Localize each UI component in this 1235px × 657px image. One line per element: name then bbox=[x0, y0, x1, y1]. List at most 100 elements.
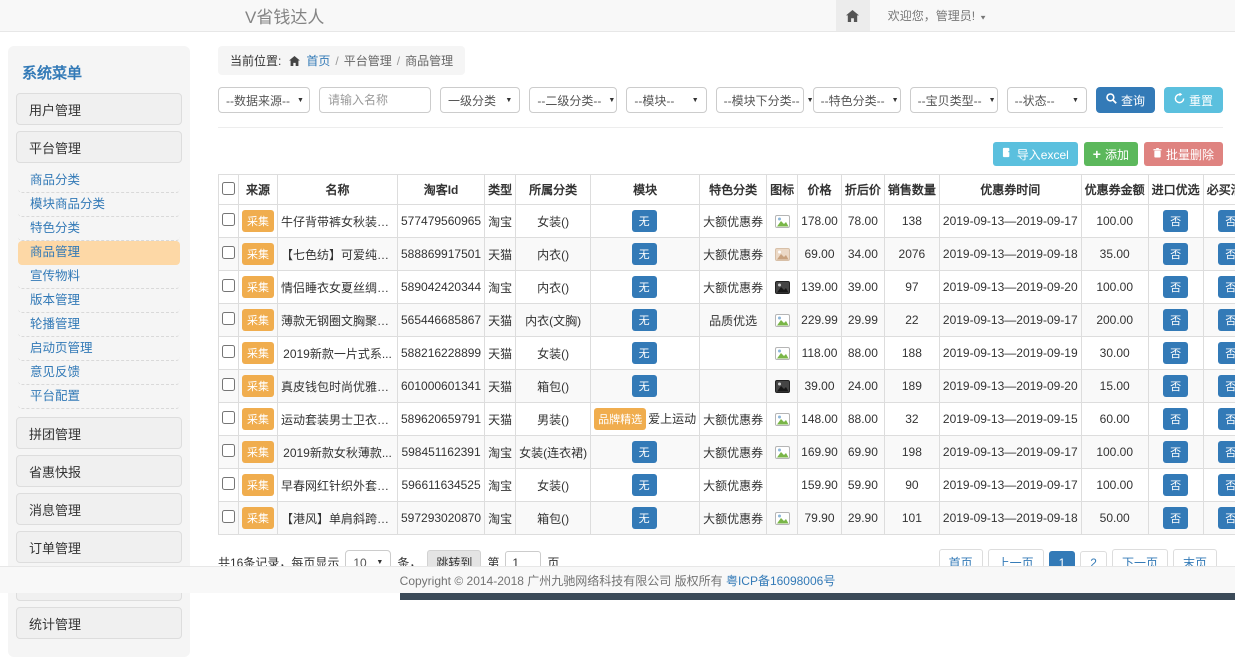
breadcrumb-section: 平台管理 bbox=[344, 52, 392, 69]
sidebar-item[interactable]: 平台配置 bbox=[18, 385, 180, 409]
sidebar-item[interactable]: 商品管理 bbox=[18, 241, 180, 265]
column-header: 模块 bbox=[591, 175, 700, 205]
sidebar-section[interactable]: 拼团管理 bbox=[16, 417, 182, 449]
row-checkbox[interactable] bbox=[222, 312, 235, 325]
row-checkbox[interactable] bbox=[222, 411, 235, 424]
row-checkbox[interactable] bbox=[222, 444, 235, 457]
sidebar-section[interactable]: 省惠快报 bbox=[16, 455, 182, 487]
taoke-id: 601000601341 bbox=[398, 370, 485, 403]
user-menu[interactable]: 欢迎您，管理员!▼ bbox=[888, 7, 987, 24]
icp-link[interactable]: 粤ICP备16098006号 bbox=[726, 572, 835, 589]
import-select-toggle[interactable]: 否 bbox=[1163, 342, 1188, 364]
sidebar-item[interactable]: 启动页管理 bbox=[18, 337, 180, 361]
import-select-toggle[interactable]: 否 bbox=[1163, 441, 1188, 463]
product-category: 女装() bbox=[516, 205, 591, 238]
reset-button[interactable]: 重置 bbox=[1164, 87, 1223, 113]
taoke-id: 577479560965 bbox=[398, 205, 485, 238]
welcome-text: 欢迎您，管理员! bbox=[888, 9, 975, 23]
row-checkbox[interactable] bbox=[222, 378, 235, 391]
select-all-header bbox=[219, 175, 239, 205]
sidebar-section[interactable]: 统计管理 bbox=[16, 607, 182, 639]
module-badge: 无 bbox=[632, 507, 657, 529]
add-button[interactable]: + 添加 bbox=[1084, 142, 1138, 166]
filter-select[interactable]: --特色分类--▼ bbox=[813, 87, 901, 113]
filter-select[interactable]: --二级分类--▼ bbox=[529, 87, 617, 113]
sales-count: 90 bbox=[884, 469, 939, 502]
import-select-toggle[interactable]: 否 bbox=[1163, 210, 1188, 232]
column-header: 价格 bbox=[798, 175, 842, 205]
select-all-checkbox[interactable] bbox=[222, 182, 235, 195]
name-search-input[interactable] bbox=[319, 87, 431, 113]
coupon-time: 2019-09-13—2019-09-19 bbox=[939, 337, 1081, 370]
sidebar-item[interactable]: 意见反馈 bbox=[18, 361, 180, 385]
must-buy-toggle[interactable]: 否 bbox=[1218, 507, 1235, 529]
filter-select[interactable]: 一级分类▼ bbox=[440, 87, 520, 113]
product-name: 薄款无钢圈文胸聚拢性... bbox=[278, 304, 398, 337]
import-select-toggle[interactable]: 否 bbox=[1163, 243, 1188, 265]
must-buy-toggle[interactable]: 否 bbox=[1218, 375, 1235, 397]
must-buy-toggle[interactable]: 否 bbox=[1218, 309, 1235, 331]
must-buy-toggle[interactable]: 否 bbox=[1218, 276, 1235, 298]
filter-select[interactable]: --模块--▼ bbox=[626, 87, 706, 113]
sidebar-item[interactable]: 版本管理 bbox=[18, 289, 180, 313]
sidebar-item[interactable]: 轮播管理 bbox=[18, 313, 180, 337]
sidebar-item[interactable]: 宣传物料 bbox=[18, 265, 180, 289]
sidebar-section[interactable]: 消息管理 bbox=[16, 493, 182, 525]
row-checkbox[interactable] bbox=[222, 279, 235, 292]
coupon-time: 2019-09-13—2019-09-17 bbox=[939, 436, 1081, 469]
import-select-toggle[interactable]: 否 bbox=[1163, 309, 1188, 331]
discount-price: 29.90 bbox=[841, 502, 884, 535]
filter-select[interactable]: --模块下分类--▼ bbox=[716, 87, 804, 113]
must-buy-toggle[interactable]: 否 bbox=[1218, 474, 1235, 496]
import-select-toggle[interactable]: 否 bbox=[1163, 375, 1188, 397]
must-buy-toggle[interactable]: 否 bbox=[1218, 408, 1235, 430]
row-checkbox[interactable] bbox=[222, 246, 235, 259]
must-buy-toggle[interactable]: 否 bbox=[1218, 210, 1235, 232]
filter-select-data-source[interactable]: --数据来源--▼ bbox=[218, 87, 310, 113]
product-name: 情侣睡衣女夏丝绸男士... bbox=[278, 271, 398, 304]
product-name: 2019新款一片式系... bbox=[278, 337, 398, 370]
breadcrumb-page: 商品管理 bbox=[405, 52, 453, 69]
must-buy-toggle[interactable]: 否 bbox=[1218, 441, 1235, 463]
product-name: 真皮钱包时尚优雅女士... bbox=[278, 370, 398, 403]
row-checkbox[interactable] bbox=[222, 345, 235, 358]
search-button[interactable]: 查询 bbox=[1096, 87, 1155, 113]
module-badge: 无 bbox=[632, 474, 657, 496]
row-checkbox[interactable] bbox=[222, 477, 235, 490]
product-image-icon bbox=[775, 511, 790, 525]
import-select-toggle[interactable]: 否 bbox=[1163, 507, 1188, 529]
must-buy-toggle[interactable]: 否 bbox=[1218, 342, 1235, 364]
table-row: 采集 牛仔背带裤女秋装减龄... 577479560965 淘宝 女装() 无 … bbox=[219, 205, 1235, 238]
filter-select[interactable]: --状态--▼ bbox=[1007, 87, 1087, 113]
product-type: 淘宝 bbox=[485, 271, 516, 304]
sidebar-section[interactable]: 订单管理 bbox=[16, 531, 182, 563]
import-select-toggle[interactable]: 否 bbox=[1163, 474, 1188, 496]
feature-category: 大额优惠券 bbox=[700, 205, 767, 238]
import-select-toggle[interactable]: 否 bbox=[1163, 408, 1188, 430]
batch-delete-button[interactable]: 批量删除 bbox=[1144, 142, 1223, 166]
import-select-toggle[interactable]: 否 bbox=[1163, 276, 1188, 298]
product-type: 淘宝 bbox=[485, 469, 516, 502]
row-checkbox[interactable] bbox=[222, 213, 235, 226]
sidebar-section-user-management[interactable]: 用户管理 bbox=[16, 93, 182, 125]
sidebar-item[interactable]: 商品分类 bbox=[18, 169, 180, 193]
row-checkbox[interactable] bbox=[222, 510, 235, 523]
home-button[interactable] bbox=[836, 0, 870, 31]
sidebar-item[interactable]: 特色分类 bbox=[18, 217, 180, 241]
source-badge: 采集 bbox=[242, 276, 274, 298]
chevron-down-icon: ▼ bbox=[297, 97, 304, 104]
must-buy-toggle[interactable]: 否 bbox=[1218, 243, 1235, 265]
import-excel-button[interactable]: 导入excel bbox=[993, 142, 1078, 166]
top-navbar: V省钱达人 欢迎您，管理员!▼ bbox=[0, 0, 1235, 32]
sidebar-section-platform-management[interactable]: 平台管理 bbox=[16, 131, 182, 163]
chevron-down-icon: ▼ bbox=[1072, 97, 1079, 104]
source-badge: 采集 bbox=[242, 243, 274, 265]
main-content: 当前位置: 首页 / 平台管理 / 商品管理 --数据来源--▼ 一级分类▼ -… bbox=[190, 32, 1235, 576]
product-name: 牛仔背带裤女秋装减龄... bbox=[278, 205, 398, 238]
feature-category: 大额优惠券 bbox=[700, 403, 767, 436]
filter-select[interactable]: --宝贝类型--▼ bbox=[910, 87, 998, 113]
sidebar-item[interactable]: 模块商品分类 bbox=[18, 193, 180, 217]
taoke-id: 589620659791 bbox=[398, 403, 485, 436]
discount-price: 78.00 bbox=[841, 205, 884, 238]
breadcrumb-home-link[interactable]: 首页 bbox=[306, 52, 330, 69]
